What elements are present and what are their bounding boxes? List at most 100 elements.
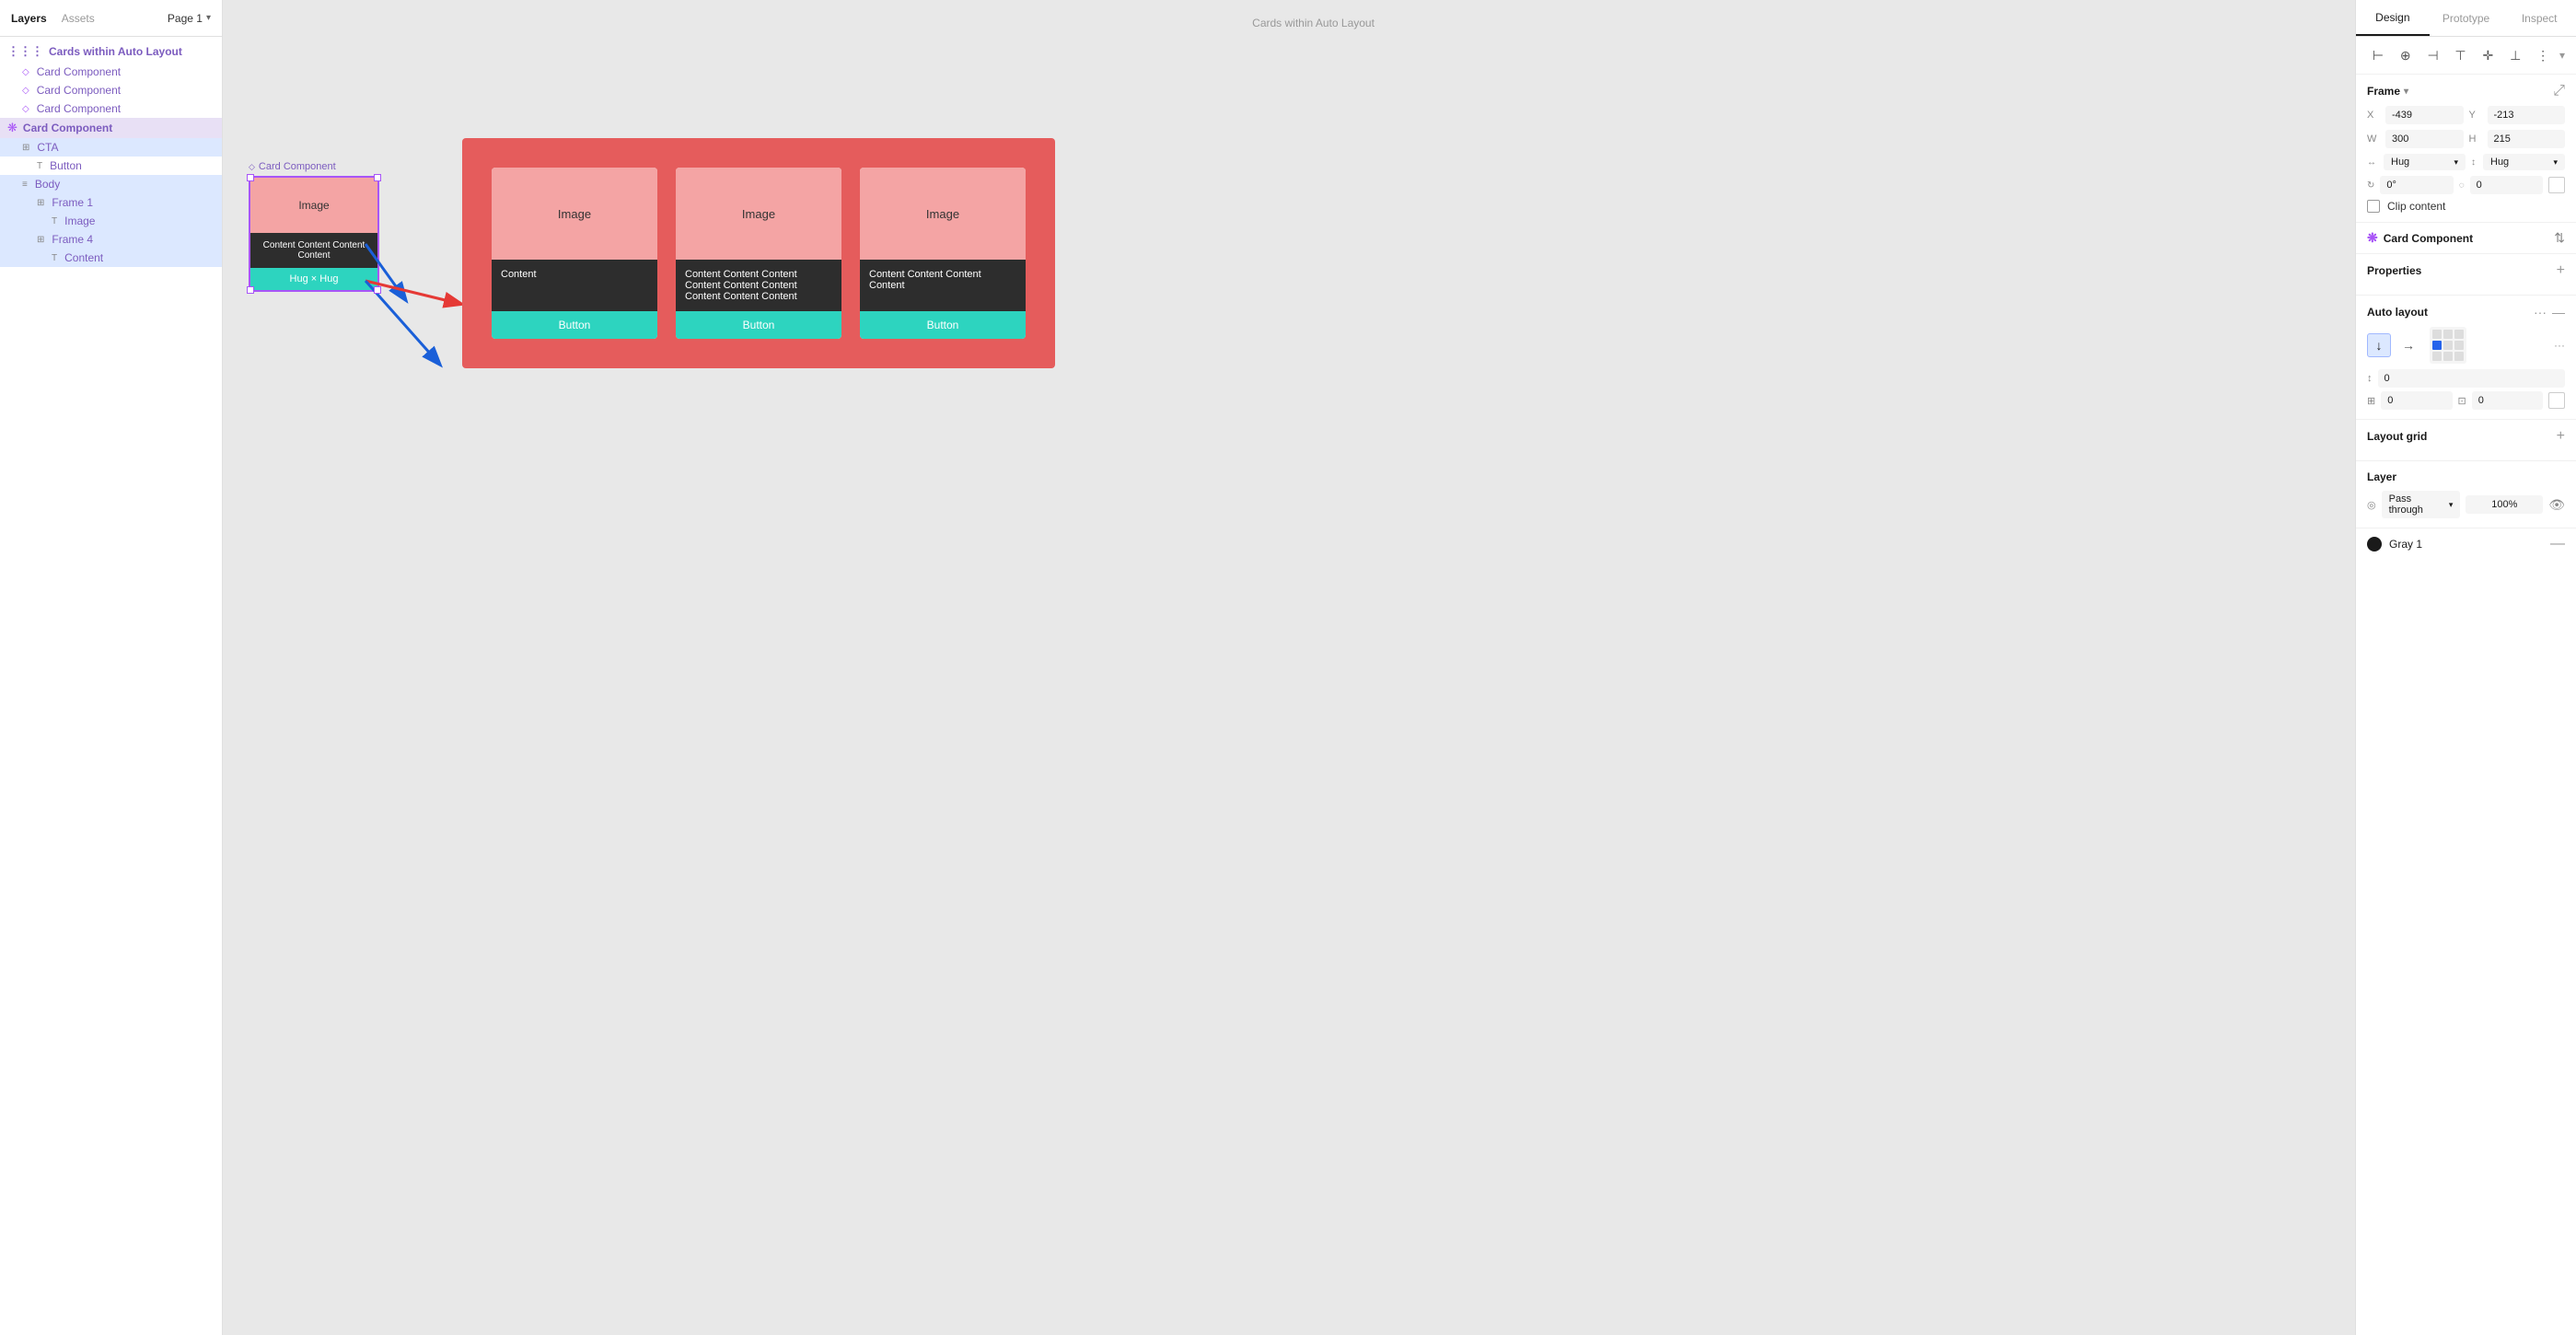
- layer-blend-row: ◎ Pass through ▾ 👁: [2367, 491, 2565, 518]
- frame-icon: ⊞: [22, 143, 29, 153]
- al-padding-row: ⊞ ⊡: [2367, 391, 2565, 410]
- card-item-1[interactable]: Image Content Button: [492, 168, 657, 339]
- auto-layout-more-btn[interactable]: ···: [2534, 305, 2547, 319]
- layer-section: Layer ◎ Pass through ▾ 👁: [2356, 461, 2576, 528]
- layer-item-content[interactable]: T Content: [0, 249, 222, 267]
- component-row: ❋ Card Component ⇅: [2356, 223, 2576, 254]
- align-left-btn[interactable]: ⊢: [2367, 44, 2389, 66]
- chevron-down-icon: ▾: [206, 13, 211, 23]
- layer-item[interactable]: ◇ Card Component: [0, 81, 222, 99]
- layer-section-title: Layer: [2367, 470, 2396, 483]
- hug-width-dropdown[interactable]: Hug ▾: [2384, 154, 2466, 170]
- frame-section-title[interactable]: Frame ▾: [2367, 85, 2408, 98]
- add-layout-grid-btn[interactable]: +: [2557, 429, 2565, 444]
- frame-fullscreen-btn[interactable]: ⤢: [2553, 84, 2565, 99]
- opacity-input[interactable]: [2466, 495, 2543, 514]
- card-button-2[interactable]: Button: [676, 311, 841, 339]
- remove-fill-btn[interactable]: —: [2550, 536, 2565, 552]
- al-cell[interactable]: [2443, 330, 2453, 339]
- align-more-btn[interactable]: ▾: [2559, 49, 2565, 62]
- al-cell[interactable]: [2432, 352, 2442, 361]
- clip-content-checkbox[interactable]: [2367, 200, 2380, 213]
- al-direction-right-btn[interactable]: →: [2396, 333, 2420, 357]
- symbol-icon: ◇: [22, 86, 29, 96]
- layer-group-header[interactable]: ⋮⋮⋮ Cards within Auto Layout: [0, 41, 222, 63]
- align-center-v-btn[interactable]: ✛: [2477, 44, 2499, 66]
- align-right-btn[interactable]: ⊣: [2422, 44, 2444, 66]
- al-cell[interactable]: [2432, 330, 2442, 339]
- distribute-btn[interactable]: ⋮: [2532, 44, 2554, 66]
- auto-layout-actions: ··· —: [2534, 305, 2565, 319]
- layout-grid-header: Layout grid +: [2367, 429, 2565, 444]
- al-cell[interactable]: [2454, 352, 2464, 361]
- layer-item-button[interactable]: T Button: [0, 157, 222, 175]
- al-cell[interactable]: [2454, 330, 2464, 339]
- w-input[interactable]: [2385, 130, 2464, 148]
- card-content-3: Content Content Content Content: [860, 260, 1026, 311]
- tab-assets[interactable]: Assets: [62, 12, 95, 25]
- layer-item[interactable]: ◇ Card Component: [0, 63, 222, 81]
- al-padding-v-input[interactable]: [2472, 391, 2543, 410]
- layer-item-frame1[interactable]: ⊞ Frame 1: [0, 193, 222, 212]
- x-input[interactable]: [2385, 106, 2464, 124]
- al-cell[interactable]: [2443, 352, 2453, 361]
- fill-label: Gray 1: [2389, 538, 2543, 551]
- layer-item-image[interactable]: T Image: [0, 212, 222, 230]
- tab-design[interactable]: Design: [2356, 0, 2430, 36]
- fill-color-swatch[interactable]: [2367, 537, 2382, 551]
- al-padding-mode-btn[interactable]: [2548, 392, 2565, 409]
- component-settings-btn[interactable]: ⇅: [2554, 230, 2565, 246]
- auto-layout-header: Auto layout ··· —: [2367, 305, 2565, 319]
- auto-layout-section: Auto layout ··· — ↓ → ···: [2356, 296, 2576, 420]
- al-cell-active[interactable]: [2432, 341, 2442, 350]
- align-bottom-btn[interactable]: ⊥: [2504, 44, 2526, 66]
- align-center-h-btn[interactable]: ⊕: [2395, 44, 2417, 66]
- corner-mode-btn[interactable]: [2548, 177, 2565, 193]
- al-padding-h-input[interactable]: [2381, 391, 2452, 410]
- chevron-icon: ▾: [2454, 157, 2458, 168]
- card-float-box[interactable]: Image Content Content Content Content Hu…: [249, 176, 379, 292]
- card-float-label[interactable]: Card Component: [249, 161, 379, 172]
- align-top-btn[interactable]: ⊤: [2450, 44, 2472, 66]
- blend-mode-dropdown[interactable]: Pass through ▾: [2382, 491, 2461, 518]
- card-item-2[interactable]: Image Content Content Content Content Co…: [676, 168, 841, 339]
- card-button-1[interactable]: Button: [492, 311, 657, 339]
- resize-handle[interactable]: [374, 174, 381, 181]
- layer-item-cta[interactable]: ⊞ CTA: [0, 138, 222, 157]
- tab-prototype[interactable]: Prototype: [2430, 0, 2503, 36]
- card-image-2: Image: [676, 168, 841, 260]
- al-spacing-icon: ↕: [2367, 373, 2373, 384]
- y-input[interactable]: [2488, 106, 2566, 124]
- canvas-area[interactable]: Cards within Auto Layout Card Component …: [223, 0, 2355, 1335]
- al-cell[interactable]: [2443, 341, 2453, 350]
- card-float-cta[interactable]: Hug × Hug: [250, 268, 377, 290]
- al-cell[interactable]: [2454, 341, 2464, 350]
- align-row: ⊢ ⊕ ⊣ ⊤ ✛ ⊥ ⋮ ▾: [2356, 37, 2576, 75]
- card-item-3[interactable]: Image Content Content Content Content Bu…: [860, 168, 1026, 339]
- corner-input[interactable]: [2470, 176, 2543, 194]
- al-align-grid: [2430, 327, 2466, 364]
- resize-handle-br[interactable]: [374, 286, 381, 294]
- rotation-input[interactable]: [2380, 176, 2453, 194]
- al-vertical-spacing-input[interactable]: [2378, 369, 2566, 388]
- add-property-btn[interactable]: +: [2557, 263, 2565, 278]
- page-selector[interactable]: Page 1 ▾: [168, 12, 211, 25]
- layer-item[interactable]: ◇ Card Component: [0, 99, 222, 118]
- layer-item-body[interactable]: ≡ Body: [0, 175, 222, 193]
- h-label: H: [2469, 134, 2482, 145]
- resize-handle-tl[interactable]: [247, 174, 254, 181]
- tab-inspect[interactable]: Inspect: [2502, 0, 2576, 36]
- properties-section: Properties +: [2356, 254, 2576, 296]
- visibility-toggle-btn[interactable]: 👁: [2548, 497, 2565, 513]
- resize-handle-bl[interactable]: [247, 286, 254, 294]
- al-direction-down-btn[interactable]: ↓: [2367, 333, 2391, 357]
- al-padding-icon: ⊞: [2367, 395, 2375, 407]
- al-wrap-btn[interactable]: ···: [2554, 339, 2565, 352]
- card-button-3[interactable]: Button: [860, 311, 1026, 339]
- tab-layers[interactable]: Layers: [11, 12, 47, 25]
- h-input[interactable]: [2488, 130, 2566, 148]
- hug-height-dropdown[interactable]: Hug ▾: [2483, 154, 2565, 170]
- auto-layout-remove-btn[interactable]: —: [2552, 305, 2565, 319]
- layer-item-frame4[interactable]: ⊞ Frame 4: [0, 230, 222, 249]
- layer-item-selected[interactable]: ❋ Card Component: [0, 118, 222, 138]
